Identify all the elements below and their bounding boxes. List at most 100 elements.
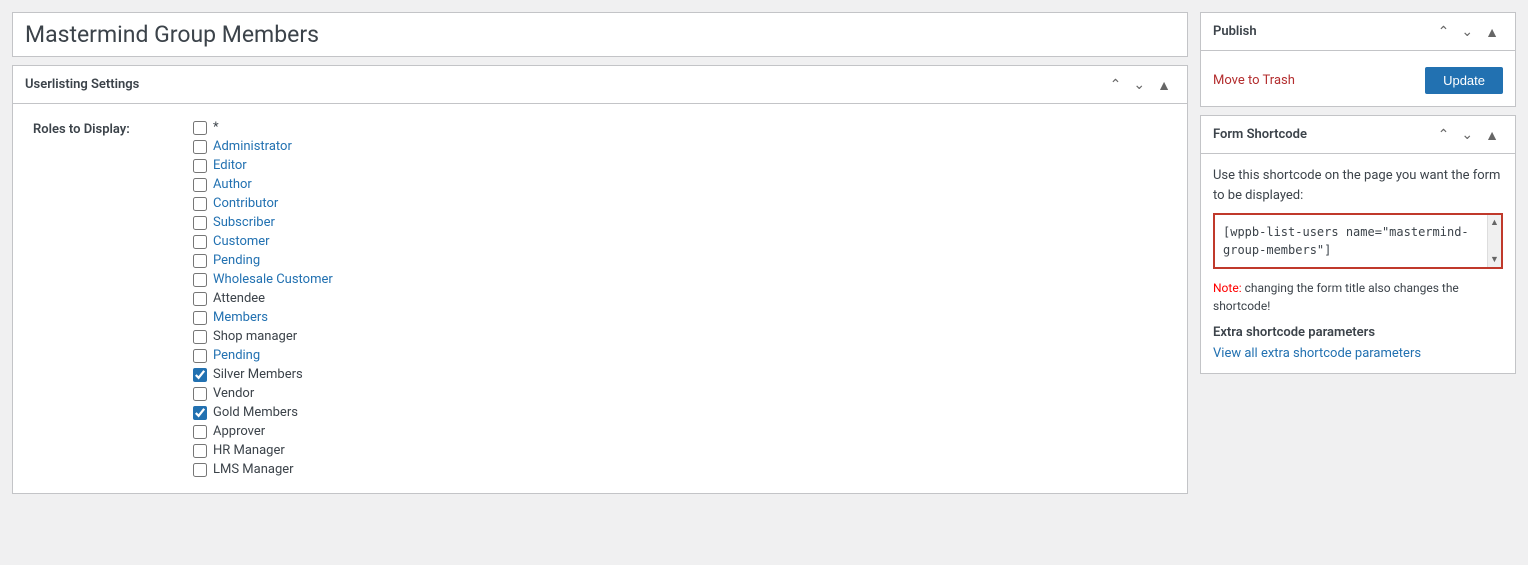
- role-label-role-hr-manager[interactable]: HR Manager: [213, 443, 285, 458]
- shortcode-note: Note: changing the form title also chang…: [1213, 279, 1503, 315]
- shortcode-panel-title: Form Shortcode: [1213, 127, 1307, 142]
- role-label-role-administrator[interactable]: Administrator: [213, 139, 292, 154]
- role-label-role-author[interactable]: Author: [213, 177, 252, 192]
- role-checkbox-role-administrator[interactable]: [193, 140, 207, 154]
- update-button[interactable]: Update: [1425, 67, 1503, 94]
- role-item: Contributor: [193, 196, 333, 211]
- role-item: Vendor: [193, 386, 333, 401]
- role-label-role-pending2[interactable]: Pending: [213, 348, 260, 363]
- role-item: Attendee: [193, 291, 333, 306]
- move-to-trash-link[interactable]: Move to Trash: [1213, 73, 1295, 88]
- role-label-role-vendor[interactable]: Vendor: [213, 386, 254, 401]
- role-checkbox-role-hr-manager[interactable]: [193, 444, 207, 458]
- shortcode-scrollbar[interactable]: ▲ ▼: [1487, 215, 1501, 267]
- panel-header: Userlisting Settings ⌃ ⌄ ▲: [13, 66, 1187, 104]
- panel-controls: ⌃ ⌄ ▲: [1106, 74, 1175, 95]
- role-checkbox-role-subscriber[interactable]: [193, 216, 207, 230]
- shortcode-controls: ⌃ ⌄ ▲: [1434, 124, 1503, 145]
- role-checkbox-role-vendor[interactable]: [193, 387, 207, 401]
- shortcode-panel-body: Use this shortcode on the page you want …: [1201, 154, 1515, 373]
- role-checkbox-role-shop-manager[interactable]: [193, 330, 207, 344]
- publish-panel-title: Publish: [1213, 24, 1257, 39]
- role-item: Approver: [193, 424, 333, 439]
- role-label-role-star[interactable]: *: [213, 120, 219, 135]
- publish-panel-body: Move to Trash Update: [1201, 51, 1515, 106]
- role-label-role-wholesale[interactable]: Wholesale Customer: [213, 272, 333, 287]
- role-item: *: [193, 120, 333, 135]
- role-checkbox-role-pending[interactable]: [193, 254, 207, 268]
- role-checkbox-role-gold-members[interactable]: [193, 406, 207, 420]
- role-checkbox-role-members[interactable]: [193, 311, 207, 325]
- shortcode-box-wrapper: [wppb-list-users name="mastermind-group-…: [1213, 213, 1503, 269]
- shortcode-intro: Use this shortcode on the page you want …: [1213, 166, 1503, 205]
- role-item: Editor: [193, 158, 333, 173]
- role-item: Silver Members: [193, 367, 333, 382]
- role-label-role-contributor[interactable]: Contributor: [213, 196, 278, 211]
- role-checkbox-role-editor[interactable]: [193, 159, 207, 173]
- role-label-role-subscriber[interactable]: Subscriber: [213, 215, 275, 230]
- title-input[interactable]: [25, 21, 1175, 48]
- role-checkbox-role-author[interactable]: [193, 178, 207, 192]
- shortcode-collapse-down-btn[interactable]: ⌄: [1457, 124, 1477, 145]
- role-item: Pending: [193, 348, 333, 363]
- role-item: HR Manager: [193, 443, 333, 458]
- role-label-role-shop-manager[interactable]: Shop manager: [213, 329, 297, 344]
- role-checkbox-role-lms-manager[interactable]: [193, 463, 207, 477]
- publish-collapse-down-btn[interactable]: ⌄: [1457, 21, 1477, 42]
- role-label-role-editor[interactable]: Editor: [213, 158, 247, 173]
- role-item: Wholesale Customer: [193, 272, 333, 287]
- shortcode-panel-header: Form Shortcode ⌃ ⌄ ▲: [1201, 116, 1515, 154]
- shortcode-collapse-up-btn[interactable]: ⌃: [1434, 124, 1454, 145]
- shortcode-panel: Form Shortcode ⌃ ⌄ ▲ Use this shortcode …: [1200, 115, 1516, 374]
- role-label-role-members[interactable]: Members: [213, 310, 268, 325]
- publish-actions: Move to Trash Update: [1213, 67, 1503, 94]
- role-item: Customer: [193, 234, 333, 249]
- role-label-role-customer[interactable]: Customer: [213, 234, 270, 249]
- role-item: Subscriber: [193, 215, 333, 230]
- scroll-down-arrow[interactable]: ▼: [1490, 254, 1499, 265]
- publish-toggle-btn[interactable]: ▲: [1481, 22, 1503, 42]
- collapse-up-btn[interactable]: ⌃: [1106, 74, 1126, 95]
- role-checkbox-role-silver-members[interactable]: [193, 368, 207, 382]
- view-params-link[interactable]: View all extra shortcode parameters: [1213, 346, 1421, 361]
- settings-panel: Userlisting Settings ⌃ ⌄ ▲ Roles to Disp…: [12, 65, 1188, 494]
- roles-label: Roles to Display:: [33, 120, 173, 477]
- role-item: Author: [193, 177, 333, 192]
- role-checkbox-role-wholesale[interactable]: [193, 273, 207, 287]
- sidebar: Publish ⌃ ⌄ ▲ Move to Trash Update Form …: [1200, 12, 1516, 374]
- role-label-role-attendee[interactable]: Attendee: [213, 291, 265, 306]
- role-checkbox-role-pending2[interactable]: [193, 349, 207, 363]
- role-item: Pending: [193, 253, 333, 268]
- role-checkbox-role-contributor[interactable]: [193, 197, 207, 211]
- role-item: Members: [193, 310, 333, 325]
- publish-panel-header: Publish ⌃ ⌄ ▲: [1201, 13, 1515, 51]
- publish-collapse-up-btn[interactable]: ⌃: [1434, 21, 1454, 42]
- role-item: LMS Manager: [193, 462, 333, 477]
- shortcode-toggle-btn[interactable]: ▲: [1481, 125, 1503, 145]
- role-label-role-silver-members[interactable]: Silver Members: [213, 367, 303, 382]
- roles-list: * Administrator Editor Author Contributor Sub…: [193, 120, 333, 477]
- role-label-role-pending[interactable]: Pending: [213, 253, 260, 268]
- scroll-up-arrow[interactable]: ▲: [1490, 217, 1499, 228]
- main-content: Userlisting Settings ⌃ ⌄ ▲ Roles to Disp…: [12, 12, 1188, 494]
- role-label-role-lms-manager[interactable]: LMS Manager: [213, 462, 294, 477]
- publish-controls: ⌃ ⌄ ▲: [1434, 21, 1503, 42]
- role-item: Administrator: [193, 139, 333, 154]
- role-label-role-gold-members[interactable]: Gold Members: [213, 405, 298, 420]
- shortcode-box: [wppb-list-users name="mastermind-group-…: [1215, 215, 1487, 267]
- toggle-btn[interactable]: ▲: [1153, 75, 1175, 95]
- roles-section: Roles to Display: * Administrator Editor Au…: [33, 120, 1167, 477]
- collapse-down-btn[interactable]: ⌄: [1129, 74, 1149, 95]
- role-item: Gold Members: [193, 405, 333, 420]
- role-checkbox-role-attendee[interactable]: [193, 292, 207, 306]
- role-checkbox-role-customer[interactable]: [193, 235, 207, 249]
- role-checkbox-role-star[interactable]: [193, 121, 207, 135]
- panel-title: Userlisting Settings: [25, 77, 139, 92]
- title-box: [12, 12, 1188, 57]
- role-checkbox-role-approver[interactable]: [193, 425, 207, 439]
- role-label-role-approver[interactable]: Approver: [213, 424, 265, 439]
- extra-params-title: Extra shortcode parameters: [1213, 325, 1503, 340]
- publish-panel: Publish ⌃ ⌄ ▲ Move to Trash Update: [1200, 12, 1516, 107]
- role-item: Shop manager: [193, 329, 333, 344]
- panel-body: Roles to Display: * Administrator Editor Au…: [13, 104, 1187, 493]
